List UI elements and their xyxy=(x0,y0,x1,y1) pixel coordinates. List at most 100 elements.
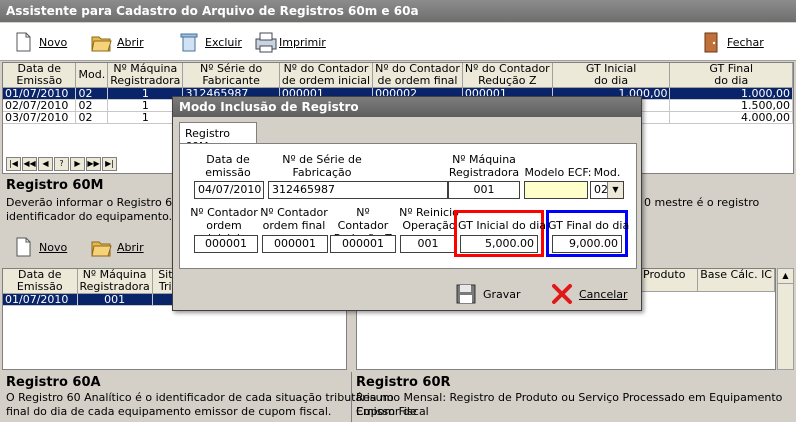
maquina-label: Nº Máquina Registradora xyxy=(446,153,522,179)
abrir-60a-label: Abrir xyxy=(117,240,144,254)
table-cell: 02 xyxy=(75,99,109,112)
gt-final-label: GT Final do dia xyxy=(548,219,630,232)
col-header-base-calc[interactable]: Base Cálc. IC xyxy=(697,269,775,292)
tab-registro-60m[interactable]: Registro 60M xyxy=(179,122,257,153)
open-folder-icon xyxy=(90,236,112,258)
col-header-gt-inicial[interactable]: GT Inicial do dia xyxy=(552,63,671,88)
table-cell: 4.000,00 xyxy=(669,111,793,124)
chevron-down-icon[interactable]: ▼ xyxy=(607,182,623,198)
table-cell: 01/07/2010 xyxy=(3,87,77,100)
data-emissao-input[interactable]: 04/07/2010 xyxy=(194,181,264,199)
reinicio-input[interactable]: 001 xyxy=(400,235,456,253)
trash-icon xyxy=(178,31,200,53)
cancelar-button[interactable]: Cancelar xyxy=(551,283,628,305)
gt-inicial-label: GT Inicial do dia xyxy=(458,219,547,232)
registro-60m-desc-left: Deverão informar o Registro 60 os xyxy=(6,196,176,209)
col-header-line: do dia xyxy=(594,74,629,87)
open-folder-icon xyxy=(90,31,112,53)
registro-60a-title: Registro 60A xyxy=(6,375,101,390)
grid-header-row: Produto Base Cálc. IC xyxy=(641,269,775,292)
floppy-disk-icon xyxy=(455,283,477,305)
dialog-title: Modo Inclusão de Registro xyxy=(173,97,641,117)
nav-next-page-button[interactable]: ▶▶ xyxy=(86,157,101,171)
label-line: Registradora xyxy=(448,166,520,179)
label-line: Nº Reinicio xyxy=(399,206,459,219)
label-line: Data de xyxy=(206,153,250,166)
serie-fabricacao-label: Nº de Série de Fabricação xyxy=(272,153,372,179)
col-header-maquina[interactable]: Nº Máquina Registradora xyxy=(77,269,153,294)
door-icon xyxy=(700,31,722,53)
nav-prior-page-button[interactable]: ◀◀ xyxy=(22,157,37,171)
table-cell: 03/07/2010 xyxy=(3,111,77,124)
nav-help-button[interactable]: ? xyxy=(54,157,69,171)
registro-60a-desc-2: final do dia de cada equipamento emissor… xyxy=(6,405,332,418)
grid-header-row: Data de Emissão Mod. Nº Máquina Registrado… xyxy=(3,63,793,88)
nav-first-button[interactable]: |◀ xyxy=(6,157,21,171)
contador-reducao-input[interactable]: 000001 xyxy=(330,235,396,253)
modelo-ecf-label: Modelo ECF: xyxy=(524,166,592,179)
col-header-line: de ordem final xyxy=(377,74,458,87)
abrir-60a-button[interactable]: Abrir xyxy=(90,234,144,260)
table-cell: 001 xyxy=(77,293,153,306)
fechar-button[interactable]: Fechar xyxy=(700,29,764,55)
table-cell: 02 xyxy=(75,111,109,124)
novo-button[interactable]: Novo xyxy=(12,29,67,55)
col-header-contador-final[interactable]: Nº do Contador de ordem final xyxy=(372,63,463,88)
registro-60r-title: Registro 60R xyxy=(356,375,451,390)
contador-final-input[interactable]: 000001 xyxy=(262,235,328,253)
nav-prior-button[interactable]: ◀ xyxy=(38,157,53,171)
nav-next-button[interactable]: ▶ xyxy=(70,157,85,171)
label-line: Nº de Série de xyxy=(282,153,362,166)
mod-select[interactable]: 02 ▼ xyxy=(590,181,624,199)
gravar-button[interactable]: Gravar xyxy=(455,283,521,305)
scroll-up-icon[interactable]: ▲ xyxy=(778,269,793,284)
novo-label: Novo xyxy=(39,35,68,49)
table-row[interactable]: 01/07/2010 001 xyxy=(3,293,193,306)
col-header-line: Registradora xyxy=(79,280,150,293)
col-header-contador-inicial[interactable]: Nº do Contador de ordem inicial xyxy=(279,63,374,88)
window-title: Assistente para Cadastro do Arquivo de R… xyxy=(0,0,796,22)
printer-icon xyxy=(252,31,277,53)
nav-last-button[interactable]: ▶| xyxy=(102,157,117,171)
registro-60m-title: Registro 60M xyxy=(6,178,104,193)
gt-inicial-input[interactable]: 5,000.00 xyxy=(460,235,538,253)
table-cell: 1.500,00 xyxy=(669,99,793,112)
abrir-label: Abrir xyxy=(117,35,144,49)
col-header-line: Emissão xyxy=(16,74,63,87)
cancel-x-icon xyxy=(551,283,573,305)
registro-60m-desc-right: 0 mestre é o registro xyxy=(644,196,760,209)
label-line: Nº Contador xyxy=(337,206,389,232)
col-header-line: Mod. xyxy=(78,68,106,81)
cancelar-label: Cancelar xyxy=(579,287,628,301)
label-line: ordem final xyxy=(262,219,326,232)
novo-60a-button[interactable]: Novo xyxy=(12,234,67,260)
col-header-line: do dia xyxy=(714,74,749,87)
new-document-icon xyxy=(12,31,34,53)
abrir-button[interactable]: Abrir xyxy=(90,29,144,55)
col-header-produto[interactable]: Produto xyxy=(641,269,699,292)
registro-60r-desc-2: Cupom Fiscal xyxy=(356,405,429,418)
serie-fabricacao-input[interactable]: 312465987 xyxy=(268,181,448,199)
col-header-gt-final[interactable]: GT Final do dia xyxy=(669,63,793,88)
maquina-input[interactable]: 001 xyxy=(448,181,520,199)
col-header-data[interactable]: Data de Emissão xyxy=(3,269,78,294)
modelo-ecf-input[interactable] xyxy=(524,181,588,199)
mod-select-value: 02 xyxy=(594,183,608,196)
col-header-mod[interactable]: Mod. xyxy=(75,63,109,88)
novo-60a-label: Novo xyxy=(39,240,68,254)
gt-final-input[interactable]: 9,000.00 xyxy=(552,235,622,253)
col-header-serie[interactable]: Nº Série do Fabricante xyxy=(182,63,280,88)
registro-60m-form: Data de emissão Nº de Série de Fabricação … xyxy=(179,143,637,269)
col-header-maquina[interactable]: Nº Máquina Registradora xyxy=(107,63,184,88)
new-document-icon xyxy=(12,236,34,258)
label-line: Nº Contador xyxy=(260,206,328,219)
col-header-line: Redução Z xyxy=(478,74,537,87)
contador-inicial-input[interactable]: 000001 xyxy=(194,235,258,253)
excluir-button[interactable]: Excluir xyxy=(178,29,242,55)
fechar-label: Fechar xyxy=(727,35,764,49)
imprimir-button[interactable]: Imprimir xyxy=(252,29,326,55)
registro-60a-desc-1: O Registro 60 Analítico é o identificado… xyxy=(6,391,394,404)
vertical-scrollbar[interactable]: ▲ xyxy=(777,268,794,370)
col-header-data[interactable]: Data de Emissão xyxy=(3,63,77,88)
col-header-reducao-z[interactable]: Nº do Contador Redução Z xyxy=(462,63,553,88)
